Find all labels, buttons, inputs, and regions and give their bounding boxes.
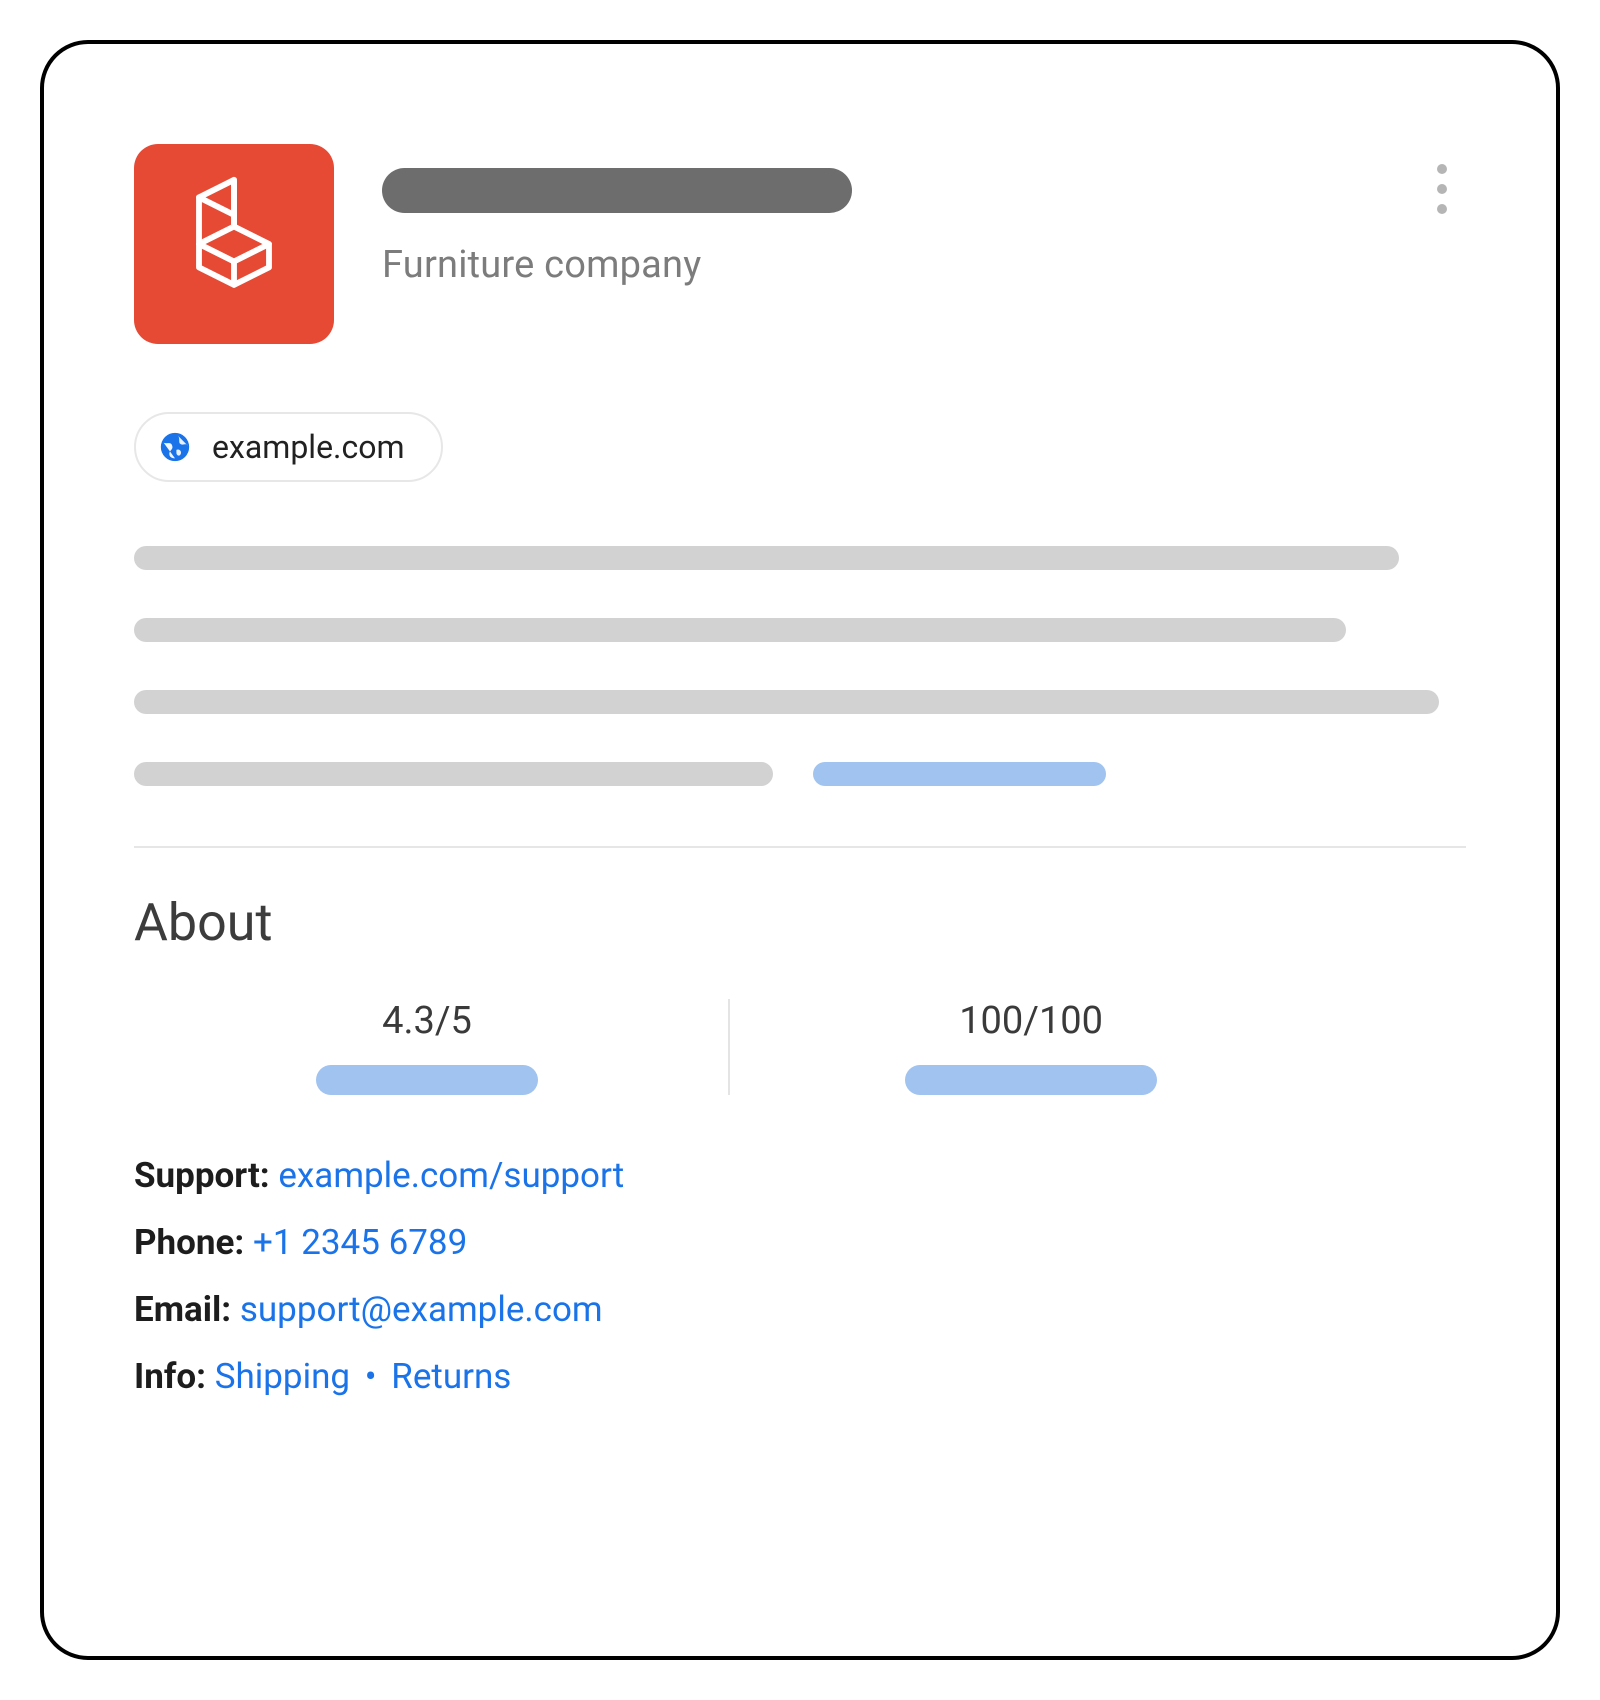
email-line: Email: support@example.com xyxy=(134,1289,1466,1330)
phone-link[interactable]: +1 2345 6789 xyxy=(253,1222,467,1263)
info-line: Info: Shipping • Returns xyxy=(134,1356,1466,1397)
score-value: 100/100 xyxy=(959,999,1103,1043)
support-label: Support: xyxy=(134,1155,270,1196)
globe-icon xyxy=(156,428,194,466)
knowledge-panel-card: Furniture company example.com About 4.3/… xyxy=(40,40,1560,1660)
website-chip[interactable]: example.com xyxy=(134,412,443,482)
score-label-placeholder xyxy=(905,1065,1157,1095)
section-divider xyxy=(134,846,1466,848)
support-line: Support: example.com/support xyxy=(134,1155,1466,1196)
text-placeholder-line xyxy=(134,762,773,786)
email-link[interactable]: support@example.com xyxy=(240,1289,603,1330)
text-placeholder-line xyxy=(134,690,1439,714)
phone-label: Phone: xyxy=(134,1222,244,1263)
website-chip-text: example.com xyxy=(212,428,405,466)
rating-metric: 4.3/5 xyxy=(134,999,720,1095)
support-link[interactable]: example.com/support xyxy=(278,1155,624,1196)
score-metric: 100/100 xyxy=(738,999,1324,1095)
business-logo xyxy=(134,144,334,344)
panel-header: Furniture company xyxy=(134,144,1466,344)
about-heading: About xyxy=(134,892,1466,953)
metrics-divider xyxy=(728,999,730,1095)
metrics-row: 4.3/5 100/100 xyxy=(134,999,1466,1095)
info-label: Info: xyxy=(134,1356,206,1397)
title-column: Furniture company xyxy=(382,144,1466,287)
text-placeholder-line xyxy=(134,618,1346,642)
rating-value: 4.3/5 xyxy=(382,999,472,1043)
phone-line: Phone: +1 2345 6789 xyxy=(134,1222,1466,1263)
business-category: Furniture company xyxy=(382,243,1466,287)
email-label: Email: xyxy=(134,1289,231,1330)
shipping-link[interactable]: Shipping xyxy=(215,1356,350,1397)
more-options-button[interactable] xyxy=(1428,164,1456,214)
text-placeholder-line xyxy=(134,546,1399,570)
contact-block: Support: example.com/support Phone: +1 2… xyxy=(134,1155,1466,1397)
rating-label-placeholder xyxy=(316,1065,538,1095)
description-placeholder-block xyxy=(134,546,1466,786)
returns-link[interactable]: Returns xyxy=(391,1356,511,1397)
separator-dot: • xyxy=(359,1356,383,1397)
link-placeholder-line[interactable] xyxy=(813,762,1106,786)
chair-logo-icon xyxy=(174,174,294,314)
business-name-placeholder xyxy=(382,168,852,213)
